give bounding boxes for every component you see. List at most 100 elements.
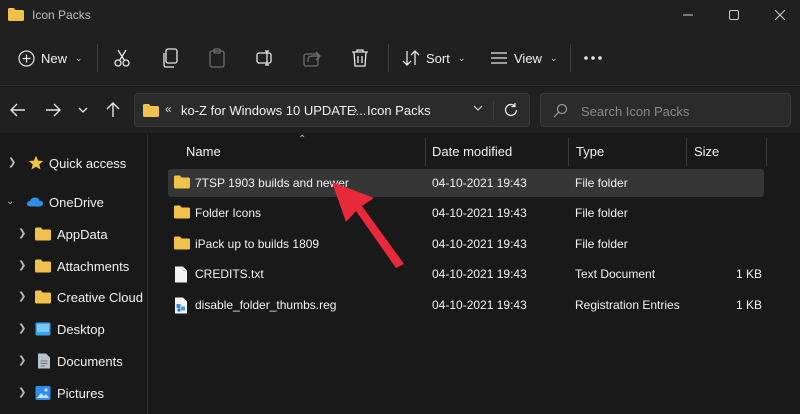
file-name: disable_folder_thumbs.reg xyxy=(195,298,337,312)
sort-button[interactable]: Sort ⌄ xyxy=(402,42,465,74)
chevron-right-icon[interactable]: ❯ xyxy=(18,291,26,302)
sidebar-item-label: Desktop xyxy=(57,322,105,337)
sidebar-item-onedrive[interactable]: ⌄ OneDrive xyxy=(0,187,146,217)
file-row[interactable]: Folder Icons 04-10-2021 19:43 File folde… xyxy=(168,199,764,227)
sidebar-item-label: Attachments xyxy=(57,259,130,274)
title-bar: Icon Packs xyxy=(0,0,800,30)
window-title: Icon Packs xyxy=(32,8,91,22)
chevron-down-icon[interactable]: ⌄ xyxy=(6,196,14,207)
chevron-right-icon[interactable]: ❯ xyxy=(18,323,26,334)
recent-locations-button[interactable] xyxy=(70,97,96,123)
chevron-right-icon[interactable]: ❯ xyxy=(18,260,26,271)
column-divider[interactable] xyxy=(568,138,569,166)
view-button[interactable]: View ⌄ xyxy=(490,42,558,74)
share-icon xyxy=(303,51,321,67)
cut-icon xyxy=(114,49,130,67)
sidebar-item-label: Creative Cloud xyxy=(57,290,143,305)
new-button-label: New xyxy=(41,50,68,66)
sidebar-item-attachments[interactable]: ❯ Attachments xyxy=(0,251,146,281)
delete-button[interactable] xyxy=(351,42,369,74)
folder-icon xyxy=(8,8,24,21)
cut-button[interactable] xyxy=(112,42,132,74)
copy-button[interactable] xyxy=(162,42,180,74)
registry-file-icon xyxy=(175,297,187,314)
close-icon xyxy=(775,10,785,20)
breadcrumb-item[interactable]: ko-Z for Windows 10 UPDATE... xyxy=(181,103,366,118)
file-name: iPack up to builds 1809 xyxy=(195,237,320,251)
toolbar-divider xyxy=(388,44,389,72)
chevron-down-icon: ⌄ xyxy=(457,52,466,63)
chevron-right-icon[interactable]: ❯ xyxy=(8,157,16,168)
sidebar-item-desktop[interactable]: ❯ Desktop xyxy=(0,314,146,344)
arrow-left-icon xyxy=(10,103,25,117)
file-date: 04-10-2021 19:43 xyxy=(432,237,527,251)
chevron-down-icon[interactable] xyxy=(473,105,483,111)
chevron-right-icon[interactable]: ❯ xyxy=(18,228,26,239)
close-button[interactable] xyxy=(757,0,800,30)
sidebar-item-quick-access[interactable]: ❯ Quick access xyxy=(0,148,146,178)
paste-button[interactable] xyxy=(208,42,226,74)
more-options-button[interactable] xyxy=(584,42,602,74)
folder-icon xyxy=(174,236,190,250)
rename-button[interactable] xyxy=(255,42,275,74)
file-row[interactable]: disable_folder_thumbs.reg 04-10-2021 19:… xyxy=(168,291,764,319)
sidebar-item-label: OneDrive xyxy=(49,195,104,210)
file-row[interactable]: iPack up to builds 1809 04-10-2021 19:43… xyxy=(168,230,764,258)
address-bar[interactable]: « ko-Z for Windows 10 UPDATE... › Icon P… xyxy=(134,93,530,127)
folder-icon xyxy=(35,227,51,241)
up-button[interactable] xyxy=(100,97,126,123)
maximize-button[interactable] xyxy=(711,0,757,30)
forward-button[interactable] xyxy=(40,97,66,123)
search-input[interactable]: Search Icon Packs xyxy=(581,104,689,119)
column-header-date[interactable]: Date modified xyxy=(432,144,512,159)
folder-icon xyxy=(35,290,51,304)
file-date: 04-10-2021 19:43 xyxy=(432,206,527,220)
back-button[interactable] xyxy=(5,97,31,123)
file-row[interactable]: CREDITS.txt 04-10-2021 19:43 Text Docume… xyxy=(168,260,764,288)
file-name: 7TSP 1903 builds and newer xyxy=(195,176,349,190)
file-date: 04-10-2021 19:43 xyxy=(432,267,527,281)
column-divider[interactable] xyxy=(686,138,687,166)
address-divider xyxy=(493,101,494,121)
sidebar-item-documents[interactable]: ❯ Documents xyxy=(0,346,146,376)
folder-icon xyxy=(35,259,51,273)
column-header-type[interactable]: Type xyxy=(576,144,604,159)
rename-icon xyxy=(256,50,272,66)
folder-icon xyxy=(143,104,159,117)
breadcrumb-current[interactable]: Icon Packs xyxy=(367,103,431,118)
folder-icon xyxy=(174,175,190,189)
new-button[interactable]: New ⌄ xyxy=(18,42,83,74)
file-type: Registration Entries xyxy=(575,298,680,312)
file-row[interactable]: 7TSP 1903 builds and newer 04-10-2021 19… xyxy=(168,169,764,197)
file-date: 04-10-2021 19:43 xyxy=(432,176,527,190)
delete-icon xyxy=(352,49,368,67)
command-bar: New ⌄ Sort ⌄ View ⌄ xyxy=(0,30,800,86)
share-button[interactable] xyxy=(302,42,322,74)
column-divider[interactable] xyxy=(425,138,426,166)
folder-icon xyxy=(174,205,190,219)
star-icon xyxy=(28,155,44,170)
sidebar-item-pictures[interactable]: ❯ Pictures xyxy=(0,378,146,408)
search-box[interactable]: Search Icon Packs xyxy=(540,93,791,127)
file-size: 1 KB xyxy=(736,298,763,312)
column-header-size[interactable]: Size xyxy=(694,144,719,159)
sidebar-item-appdata[interactable]: ❯ AppData xyxy=(0,219,146,249)
add-icon xyxy=(18,49,35,67)
toolbar-divider xyxy=(97,44,98,72)
chevron-right-icon[interactable]: ❯ xyxy=(18,355,26,366)
column-divider[interactable] xyxy=(766,138,767,166)
sidebar-item-label: AppData xyxy=(57,227,108,242)
breadcrumb-separator: › xyxy=(353,102,358,117)
file-type: File folder xyxy=(575,237,628,251)
navigation-pane: ❯ Quick access ⌄ OneDrive ❯ AppData ❯ At… xyxy=(0,134,146,414)
minimize-button[interactable] xyxy=(665,0,711,30)
pane-divider[interactable] xyxy=(147,134,148,414)
paste-icon xyxy=(209,48,225,68)
breadcrumb-overflow[interactable]: « xyxy=(165,102,172,116)
column-header-name[interactable]: Name xyxy=(186,144,221,159)
chevron-right-icon[interactable]: ❯ xyxy=(18,387,26,398)
chevron-down-icon: ⌄ xyxy=(549,52,558,63)
pictures-icon xyxy=(35,386,51,400)
sidebar-item-creative-cloud[interactable]: ❯ Creative Cloud xyxy=(0,282,146,312)
refresh-icon[interactable] xyxy=(503,102,519,118)
